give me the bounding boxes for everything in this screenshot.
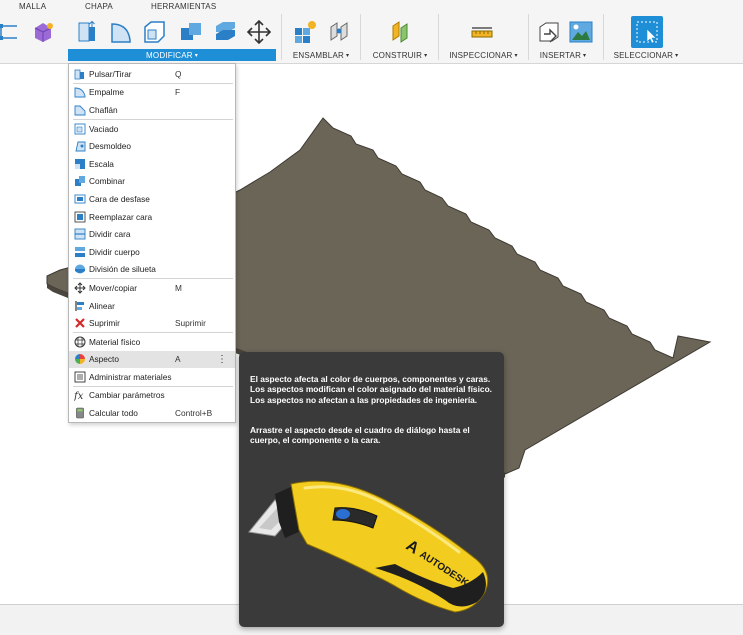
- menu-item-manage-materials[interactable]: Administrar materiales: [69, 368, 235, 386]
- utility-knife-illustration: A AUTODESK: [248, 480, 489, 613]
- toolbar: MALLA CHAPA HERRAMIENTAS MODIFICAR ▾ ENSA…: [0, 0, 743, 64]
- insert-menu-button[interactable]: INSERTAR ▾: [535, 49, 591, 61]
- offset-face-icon: [73, 192, 86, 205]
- tab-mesh[interactable]: MALLA: [19, 2, 46, 11]
- physical-material-icon: [73, 335, 86, 348]
- sketch-icon[interactable]: [0, 17, 24, 47]
- scale-icon: [73, 157, 86, 170]
- manage-materials-icon: [73, 370, 86, 383]
- shell-icon[interactable]: [139, 17, 169, 47]
- press-pull-icon: [73, 67, 86, 80]
- toolbar-divider: [281, 14, 282, 60]
- menu-item-physical-material[interactable]: Material físico: [69, 333, 235, 351]
- change-parameters-icon: fx: [73, 389, 86, 402]
- inspect-menu-button[interactable]: INSPECCIONAR ▾: [446, 49, 521, 61]
- tooltip-description: El aspecto afecta al color de cuerpos, c…: [250, 374, 493, 405]
- menu-item-scale[interactable]: Escala: [69, 155, 235, 173]
- menu-item-shell[interactable]: Vaciado: [69, 120, 235, 138]
- shell-icon: [73, 122, 86, 135]
- menu-item-draft[interactable]: Desmoldeo: [69, 137, 235, 155]
- insert-canvas-icon[interactable]: [566, 17, 596, 47]
- menu-item-press-pull[interactable]: Pulsar/Tirar Q: [69, 65, 235, 83]
- combine-icon[interactable]: [176, 17, 206, 47]
- split-face-icon: [73, 228, 86, 241]
- form-icon[interactable]: [28, 17, 58, 47]
- offset-face-icon[interactable]: [210, 17, 240, 47]
- tab-sheet-metal[interactable]: CHAPA: [85, 2, 113, 11]
- tooltip-instruction: Arrastre el aspecto desde el cuadro de d…: [250, 425, 470, 446]
- fillet-icon[interactable]: [106, 17, 136, 47]
- menu-item-offset-face[interactable]: Cara de desfase: [69, 190, 235, 208]
- toolbar-divider: [528, 14, 529, 60]
- insert-derive-icon[interactable]: [534, 17, 564, 47]
- menu-item-split-face[interactable]: Dividir cara: [69, 225, 235, 243]
- svg-text:fx: fx: [74, 391, 84, 401]
- move-icon[interactable]: [244, 17, 274, 47]
- menu-item-compute-all[interactable]: Calcular todo Control+B: [69, 404, 235, 422]
- more-options-icon[interactable]: ⋮: [217, 352, 227, 367]
- fillet-icon: [73, 86, 86, 99]
- compute-all-icon: [73, 407, 86, 420]
- appearance-tooltip: El aspecto afecta al color de cuerpos, c…: [239, 352, 504, 627]
- tab-tools[interactable]: HERRAMIENTAS: [151, 2, 216, 11]
- construct-menu-button[interactable]: CONSTRUIR ▾: [370, 49, 430, 61]
- new-component-icon[interactable]: [290, 17, 320, 47]
- modify-menu-button[interactable]: MODIFICAR ▾: [68, 49, 276, 61]
- toolbar-divider: [603, 14, 604, 60]
- select-icon[interactable]: [631, 16, 663, 48]
- split-body-icon: [73, 245, 86, 258]
- toolbar-divider: [360, 14, 361, 60]
- silhouette-split-icon: [73, 263, 86, 276]
- menu-item-fillet[interactable]: Empalme F: [69, 84, 235, 102]
- move-icon: [73, 281, 86, 294]
- modify-dropdown-menu: Pulsar/Tirar Q Empalme F Chaflán Vaciado…: [68, 63, 236, 423]
- press-pull-icon[interactable]: [72, 17, 102, 47]
- menu-item-delete[interactable]: Suprimir Suprimir: [69, 314, 235, 332]
- joint-icon[interactable]: [324, 17, 354, 47]
- assemble-menu-button[interactable]: ENSAMBLAR ▾: [289, 49, 353, 61]
- toolbar-divider: [438, 14, 439, 60]
- draft-icon: [73, 140, 86, 153]
- measure-icon[interactable]: [467, 17, 497, 47]
- chamfer-icon: [73, 103, 86, 116]
- menu-item-replace-face[interactable]: Reemplazar cara: [69, 208, 235, 226]
- delete-icon: [73, 317, 86, 330]
- select-menu-button[interactable]: SELECCIONAR ▾: [611, 49, 681, 61]
- combine-icon: [73, 175, 86, 188]
- menu-item-silhouette-split[interactable]: División de silueta: [69, 261, 235, 279]
- menu-item-align[interactable]: Alinear: [69, 297, 235, 315]
- offset-plane-icon[interactable]: [385, 17, 415, 47]
- menu-item-move-copy[interactable]: Mover/copiar M: [69, 279, 235, 297]
- menu-item-chamfer[interactable]: Chaflán: [69, 101, 235, 119]
- menu-item-appearance[interactable]: Aspecto A ⋮: [69, 350, 235, 369]
- align-icon: [73, 299, 86, 312]
- menu-item-change-parameters[interactable]: fx Cambiar parámetros: [69, 387, 235, 405]
- replace-face-icon: [73, 210, 86, 223]
- menu-item-split-body[interactable]: Dividir cuerpo: [69, 243, 235, 261]
- appearance-icon: [73, 353, 86, 366]
- menu-item-combine[interactable]: Combinar: [69, 173, 235, 191]
